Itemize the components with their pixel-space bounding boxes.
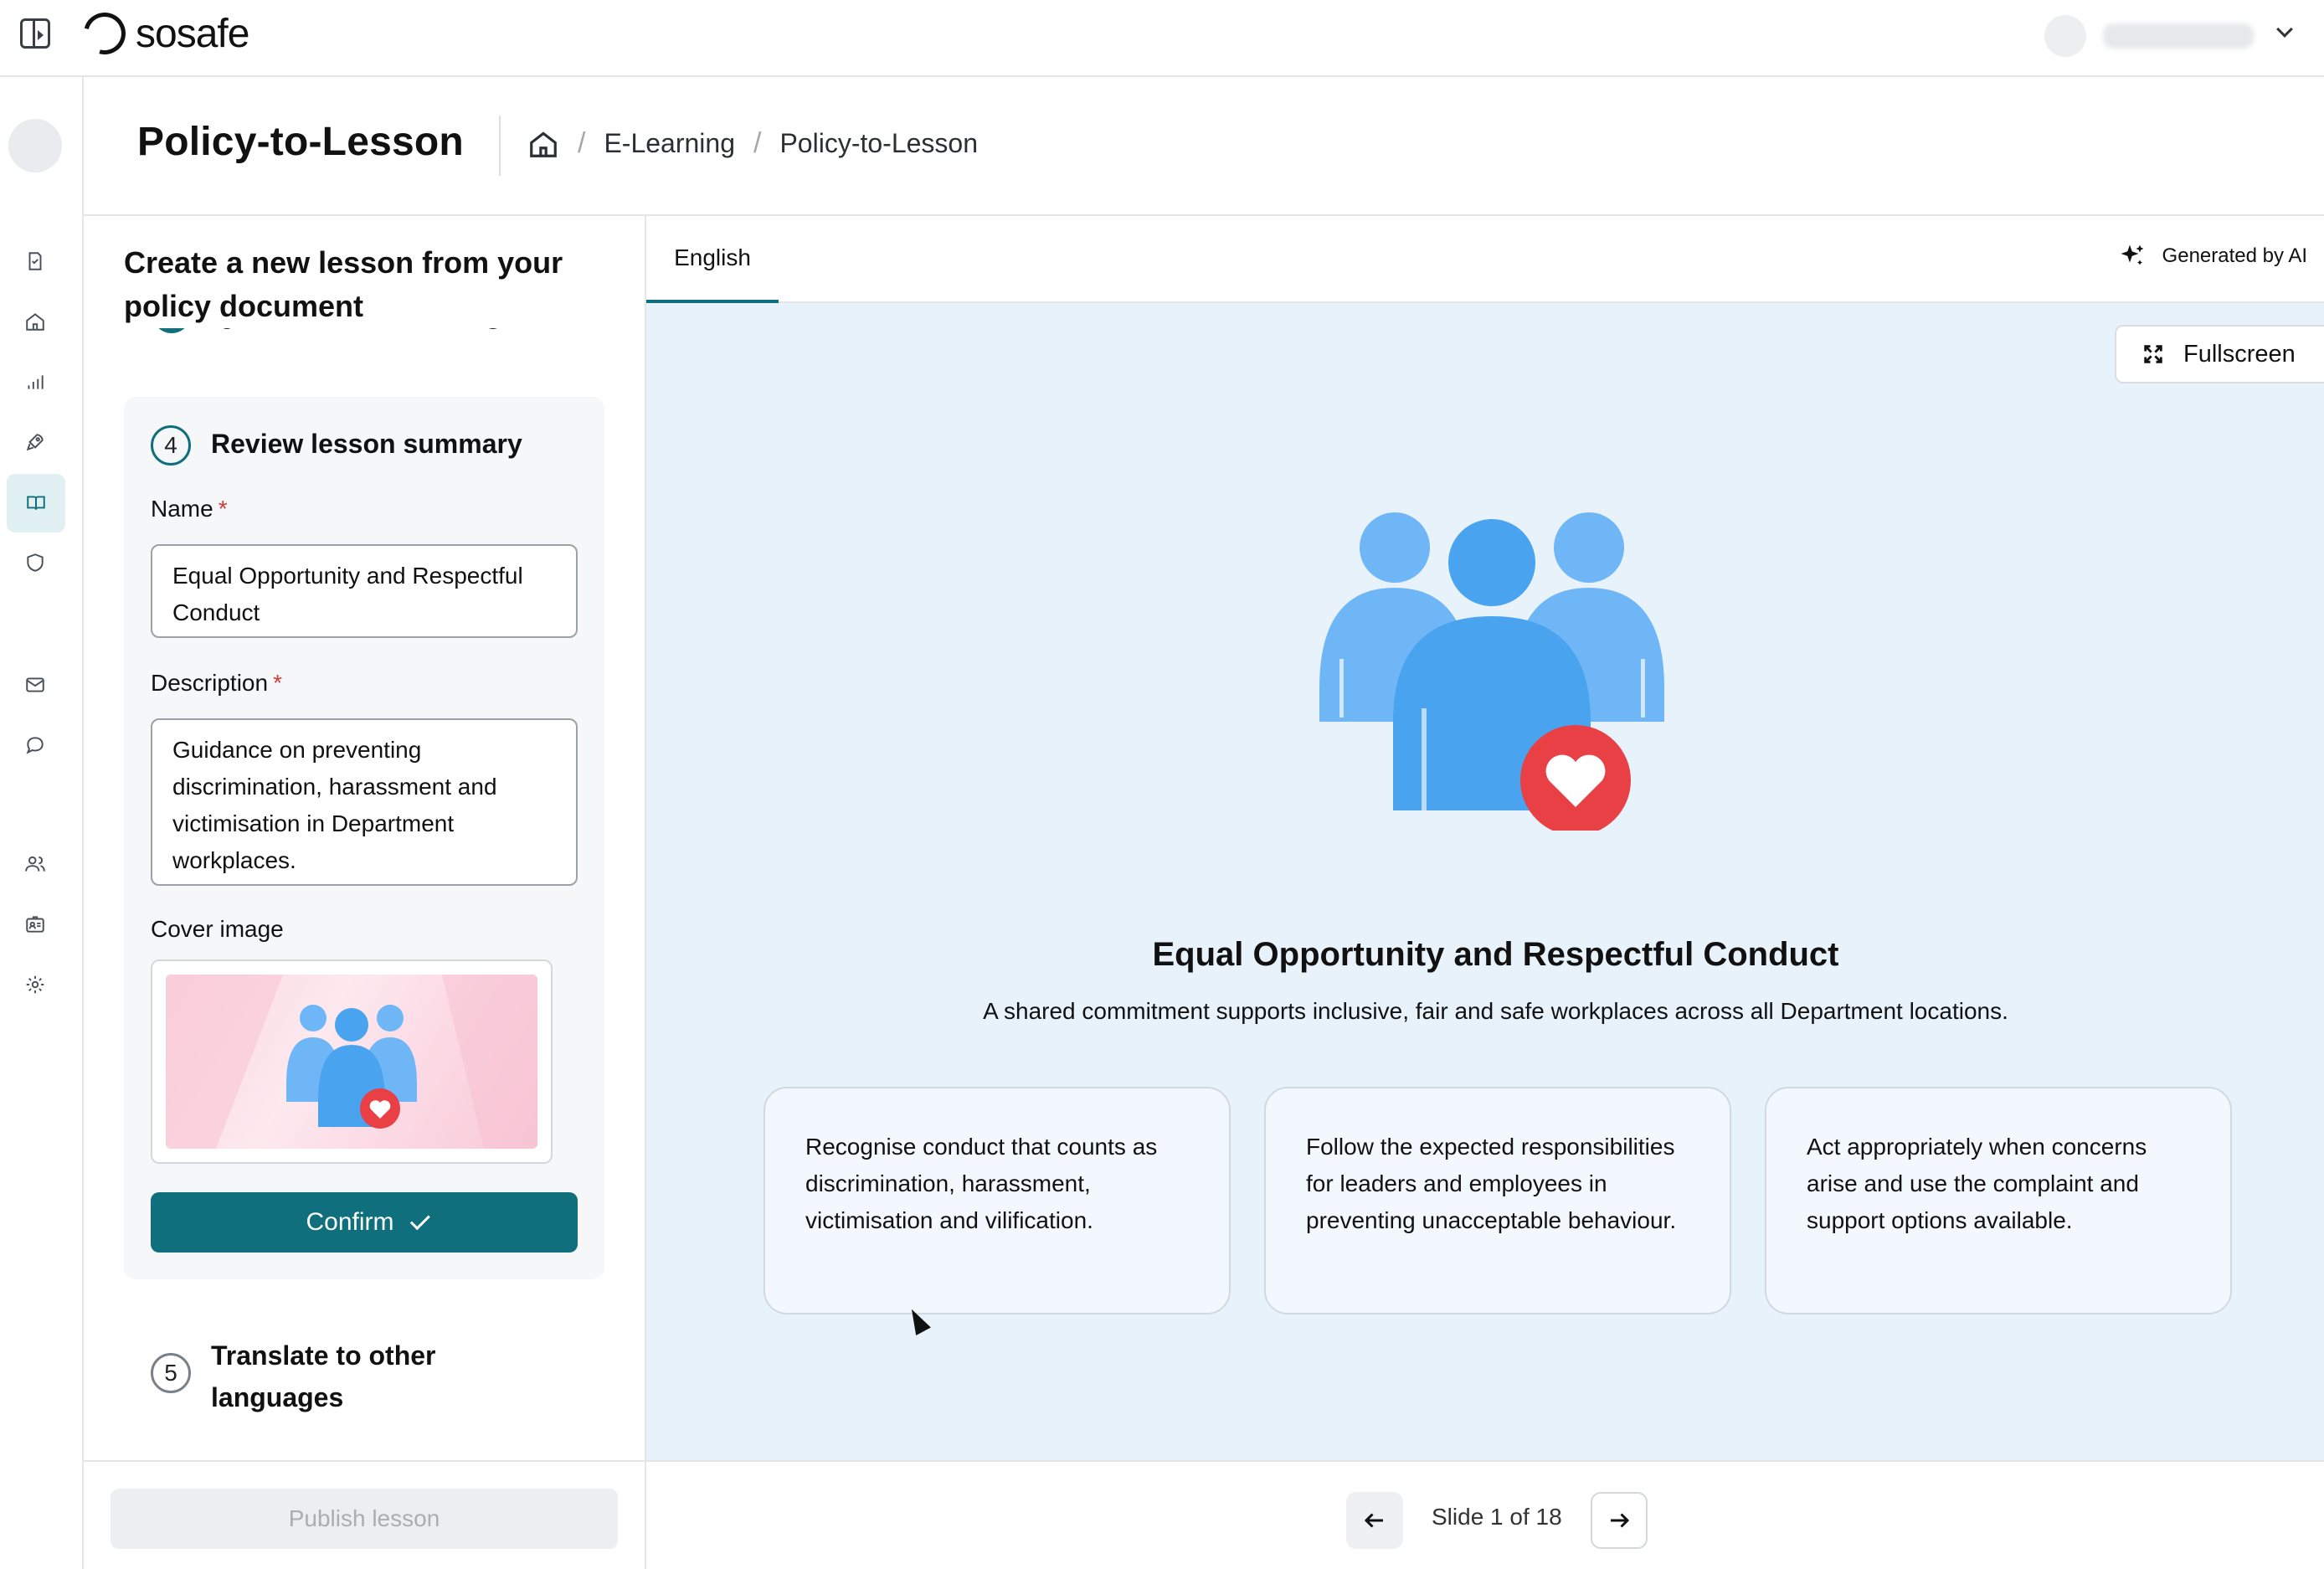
fullscreen-label: Fullscreen: [2183, 340, 2296, 368]
sparkle-icon: [2121, 244, 2144, 265]
mail-icon[interactable]: [18, 668, 52, 702]
user-name-blurred[interactable]: [2103, 23, 2254, 49]
logo-mark-icon: [75, 4, 134, 63]
workspace-avatar[interactable]: [8, 119, 62, 172]
cover-image-label: Cover image: [151, 916, 284, 942]
chat-icon[interactable]: [18, 728, 52, 762]
description-field[interactable]: Guidance on preventing discrimination, h…: [151, 718, 578, 886]
arrow-left-icon: [1364, 1513, 1383, 1528]
lesson-steps-panel: Create a new lesson from your policy doc…: [84, 216, 646, 1460]
slide-preview: Fullscreen Equal Opportunity and Respect…: [646, 303, 2324, 1460]
info-card: Recognise conduct that counts as discrim…: [764, 1087, 1231, 1314]
home-icon[interactable]: [527, 128, 559, 160]
bar-chart-icon[interactable]: [18, 365, 52, 399]
slide-subtitle: A shared commitment supports inclusive, …: [983, 998, 2008, 1024]
next-slide-button[interactable]: [1591, 1492, 1648, 1549]
rocket-icon[interactable]: [18, 425, 52, 459]
people-heart-illustration: [1319, 512, 1664, 831]
page-header: Policy-to-Lesson / E-Learning / Policy-t…: [84, 77, 2324, 216]
page-title: Policy-to-Lesson: [137, 120, 464, 164]
title-divider: [499, 116, 501, 176]
tab-english[interactable]: English: [646, 216, 779, 303]
book-icon[interactable]: [7, 474, 65, 532]
breadcrumb-separator: /: [578, 127, 586, 159]
expand-icon: [2144, 345, 2162, 363]
chevron-down-icon[interactable]: [2276, 21, 2293, 38]
sidebar-toggle-icon[interactable]: [20, 18, 50, 49]
sosafe-logo[interactable]: sosafe: [75, 4, 249, 63]
step-5-title[interactable]: Translate to other languages: [211, 1335, 546, 1418]
check-icon: [409, 1210, 430, 1231]
slide-title: Equal Opportunity and Respectful Conduct: [1152, 936, 1839, 973]
arrow-right-icon: [1611, 1513, 1630, 1528]
breadcrumb-e-learning[interactable]: E-Learning: [604, 128, 735, 159]
info-card: Follow the expected responsibilities for…: [1264, 1087, 1731, 1314]
ai-badge-label: Generated by AI: [2162, 244, 2307, 267]
confirm-label: Confirm: [306, 1208, 394, 1236]
confirm-button[interactable]: Confirm: [151, 1192, 578, 1253]
nav-rail: [0, 77, 84, 1569]
generated-by-ai-badge: Generated by AI: [2117, 241, 2307, 271]
user-avatar[interactable]: [2044, 15, 2086, 57]
publish-lesson-button[interactable]: Publish lesson: [111, 1489, 618, 1549]
panel-heading: Create a new lesson from your policy doc…: [124, 241, 593, 328]
step-4-title: Review lesson summary: [211, 429, 522, 459]
top-bar: sosafe: [0, 0, 2324, 77]
slide-counter: Slide 1 of 18: [1432, 1504, 1562, 1530]
document-check-icon[interactable]: [18, 244, 52, 278]
previous-slide-button[interactable]: [1346, 1492, 1403, 1549]
name-field[interactable]: Equal Opportunity and Respectful Conduct: [151, 544, 578, 638]
gear-icon[interactable]: [18, 968, 52, 1001]
fullscreen-button[interactable]: Fullscreen: [2115, 325, 2324, 383]
info-card: Act appropriately when concerns arise an…: [1765, 1087, 2232, 1314]
cover-image: [166, 975, 537, 1149]
users-icon[interactable]: [18, 847, 52, 881]
required-marker: *: [218, 496, 228, 522]
breadcrumb: / E-Learning / Policy-to-Lesson: [527, 127, 978, 160]
step-5-number: 5: [151, 1353, 191, 1393]
home-icon[interactable]: [18, 305, 52, 338]
logo-text: sosafe: [136, 11, 249, 56]
breadcrumb-policy-to-lesson: Policy-to-Lesson: [779, 128, 978, 158]
name-label: Name *: [151, 496, 228, 522]
language-tabs: English Generated by AI: [646, 216, 2324, 303]
description-label: Description *: [151, 670, 282, 696]
required-marker: *: [273, 670, 282, 696]
step-4-number: 4: [151, 425, 191, 466]
cover-image-picker[interactable]: [151, 959, 553, 1164]
slide-navigation: Slide 1 of 18: [646, 1460, 2324, 1569]
id-card-icon[interactable]: [18, 908, 52, 941]
publish-bar: Publish lesson: [84, 1460, 646, 1569]
breadcrumb-separator: /: [753, 127, 762, 159]
shield-icon[interactable]: [18, 546, 52, 579]
